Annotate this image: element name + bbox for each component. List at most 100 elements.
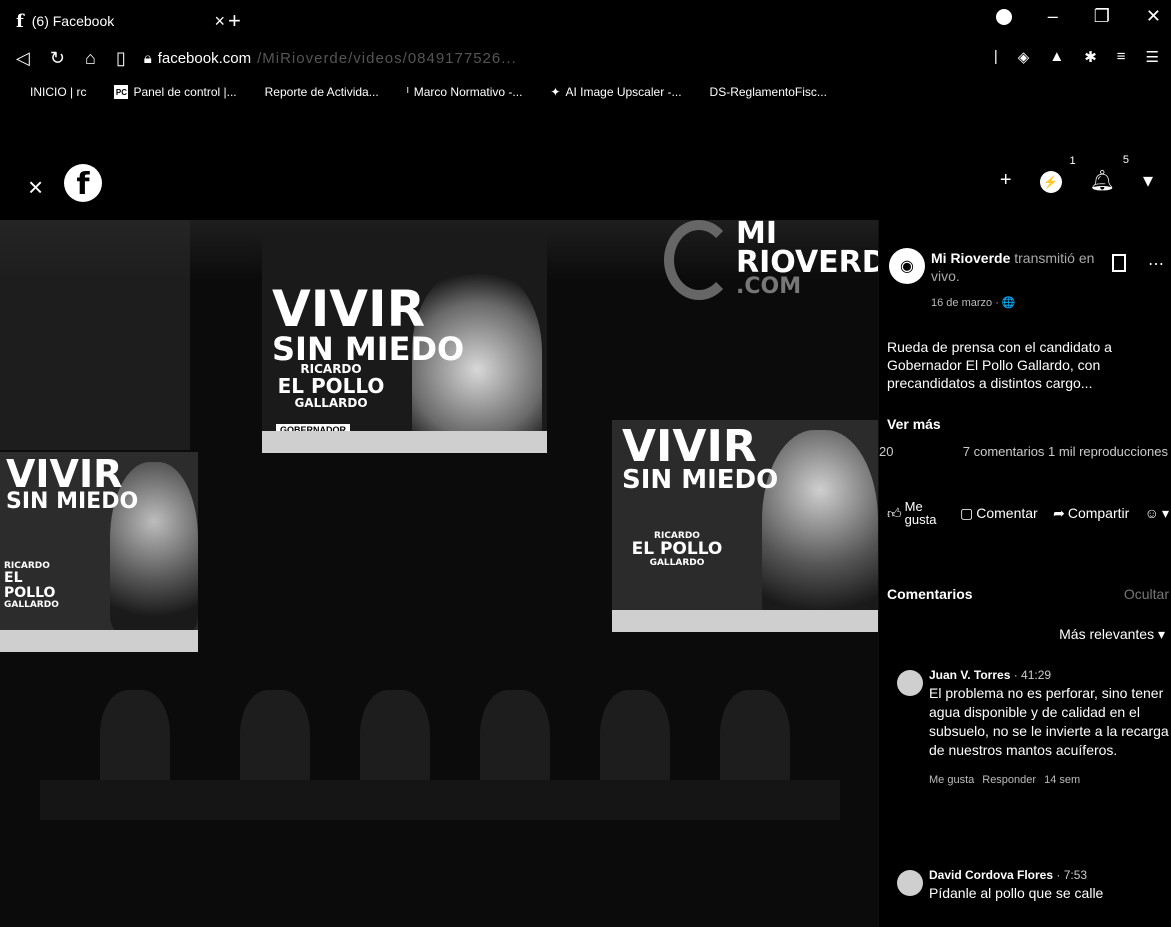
comment-timestamp[interactable]: · 41:29 [1014, 668, 1051, 682]
see-more-link[interactable]: Ver más [887, 416, 941, 432]
banner-slogan: VIVIR SIN MIEDO [6, 455, 138, 513]
name-line-2: EL POLLO [4, 570, 56, 602]
save-icon[interactable] [1112, 254, 1126, 272]
toolbar-icons: | ◈ ▲ ✱ ≡ ☰ [994, 48, 1159, 66]
restore-button[interactable]: ❐ [1094, 6, 1110, 27]
reactions-count[interactable]: 20 [879, 444, 893, 459]
nav-buttons: ◁ ↻ ⌂ ▯ [0, 48, 126, 69]
new-tab-button[interactable]: + [228, 8, 241, 34]
comment-body: Juan V. Torres · 41:29 El problema no es… [929, 668, 1169, 786]
fb-header-actions: + ⚡ 1 🔔︎ 5 ▾ [1000, 154, 1153, 193]
watermark-ring-icon [664, 220, 734, 300]
comment-button[interactable]: ▢ Comentar [960, 506, 1038, 520]
conference-table [40, 780, 840, 820]
commenter-avatar[interactable] [897, 670, 923, 696]
name-line-2: EL POLLO [277, 373, 385, 398]
url-domain: facebook.com [157, 49, 252, 67]
like-button[interactable]: 👍︎ Me gusta [887, 500, 945, 526]
share-button[interactable]: ➦ Compartir [1053, 506, 1129, 520]
close-tab-icon[interactable]: × [214, 11, 225, 32]
banner-slogan: VIVIR SIN MIEDO [622, 425, 779, 495]
commenter-name[interactable]: Juan V. Torres [929, 668, 1010, 682]
campaign-banner-right: VIVIR SIN MIEDO RICARDO EL POLLO GALLARD… [612, 420, 878, 632]
comment-text: Pídanle al pollo que se calle [929, 885, 1104, 901]
name-line-3: GALLARDO [649, 558, 705, 569]
bookmark-icon[interactable]: ▯ [116, 48, 126, 69]
comments-views-count[interactable]: 7 comentarios 1 mil reproducciones [963, 444, 1168, 459]
lock-icon: 🔒︎ [143, 49, 152, 67]
comment-reply-button[interactable]: Responder [982, 774, 1036, 786]
post-author[interactable]: Mi Rioverde [931, 250, 1010, 266]
hide-comments-button[interactable]: Ocultar [1124, 586, 1169, 602]
home-icon[interactable]: ⌂ [85, 48, 96, 69]
sparkle-icon: ✦ [550, 85, 561, 99]
comments-header: Comentarios Ocultar [887, 586, 1169, 602]
slogan-line-2: SIN MIEDO [622, 464, 779, 495]
messenger-button[interactable]: ⚡ 1 [1039, 155, 1076, 193]
video-player[interactable]: MI RIOVERDE .COM VIVIR SIN MIEDO RICARDO… [0, 220, 878, 927]
comments-sort-dropdown[interactable]: Más relevantes ▾ [1059, 626, 1165, 643]
bookmark-item[interactable]: ᴵ Marco Normativo -... [407, 85, 523, 99]
facebook-logo-icon[interactable]: f [64, 164, 102, 202]
bookmark-item[interactable]: ✦ AI Image Upscaler -... [550, 85, 681, 99]
thumbs-up-icon: 👍︎ [887, 505, 902, 521]
shield-icon[interactable]: ◈ [1018, 48, 1030, 66]
room-wall [0, 220, 190, 450]
comment-timestamp[interactable]: · 7:53 [1056, 868, 1087, 882]
menu-icon[interactable]: ☰ [1146, 48, 1159, 66]
back-icon[interactable]: ◁ [16, 48, 30, 69]
banner-strip [262, 431, 547, 453]
comments-title: Comentarios [887, 586, 973, 602]
bookmark-item[interactable]: DS-ReglamentoFisc... [710, 85, 827, 99]
account-menu-icon[interactable]: ▾ [1143, 168, 1153, 193]
profile-icon[interactable] [995, 8, 1012, 25]
comment-like-button[interactable]: Me gusta [929, 774, 974, 786]
notifications-button[interactable]: 🔔︎ 5 [1090, 154, 1129, 193]
close-window-button[interactable]: ✕ [1146, 6, 1161, 27]
mirioverde-watermark: MI RIOVERDE .COM [640, 220, 878, 410]
banner-candidate-name: RICARDO EL POLLO GALLARDO [622, 531, 732, 569]
warning-icon[interactable]: ▲ [1049, 48, 1064, 66]
candidate-portrait [762, 430, 878, 630]
notifications-badge: 5 [1122, 154, 1129, 166]
bookmark-label: INICIO | rc [30, 85, 87, 99]
comment-label: Comentar [976, 505, 1038, 521]
press-conference-people [60, 650, 820, 800]
extensions-icon[interactable]: ✱ [1084, 48, 1097, 66]
comment-header: Juan V. Torres · 41:29 [929, 668, 1169, 682]
post-date[interactable]: 16 de marzo · 🌐 [931, 296, 1016, 309]
name-line-3: GALLARDO [294, 395, 368, 410]
browser-tab[interactable]: f (6) Facebook × [10, 6, 225, 36]
bookmark-item[interactable]: INICIO | rc [30, 85, 86, 99]
commenter-name[interactable]: David Cordova Flores [929, 868, 1053, 882]
campaign-banner-center: VIVIR SIN MIEDO RICARDO EL POLLO GALLARD… [262, 228, 547, 453]
watermark-text: MI RIOVERDE .COM [736, 220, 878, 298]
banner-slogan: VIVIR SIN MIEDO [272, 284, 464, 365]
banner-strip [612, 610, 878, 632]
bookmark-item[interactable]: Reporte de Activida... [265, 85, 379, 99]
url-path: /MiRioverde/videos/0849177526... [257, 49, 517, 67]
banner-candidate-name: RICARDO EL POLLO GALLARDO [4, 561, 74, 610]
banner-candidate-name: RICARDO EL POLLO GALLARDO [276, 363, 386, 409]
reaction-picker-button[interactable]: ☺ ▾ [1145, 506, 1169, 520]
more-options-icon[interactable]: ⋯ [1148, 254, 1164, 274]
url-field[interactable]: 🔒︎ facebook.com /MiRioverde/videos/08491… [144, 50, 517, 67]
comment-bubble-icon: ▢ [960, 505, 974, 521]
comment-body: David Cordova Flores · 7:53 Pídanle al p… [929, 868, 1169, 903]
reload-icon[interactable]: ↻ [50, 48, 65, 69]
minimize-button[interactable]: – [1048, 6, 1058, 27]
close-viewer-icon[interactable]: × [28, 172, 43, 203]
avatar-small-icon: ☺ [1144, 505, 1159, 521]
browser-tab-bar: f (6) Facebook × + – ❐ ✕ [0, 0, 1171, 40]
bookmark-label: Reporte de Activida... [264, 85, 379, 99]
page-avatar[interactable]: ◉ [889, 248, 925, 284]
window-controls: – ❐ ✕ [995, 6, 1161, 27]
messenger-icon: ⚡ [1039, 170, 1062, 193]
bookmark-item[interactable]: PC Panel de control |... [114, 85, 237, 99]
create-plus-icon[interactable]: + [1000, 169, 1012, 192]
reading-list-icon[interactable]: ≡ [1117, 48, 1126, 66]
commenter-avatar[interactable] [897, 870, 923, 896]
separator: | [993, 48, 998, 65]
address-bar-row: ◁ ↻ ⌂ ▯ 🔒︎ facebook.com /MiRioverde/vide… [0, 40, 1171, 76]
post-stats: 20 7 comentarios 1 mil reproducciones [879, 444, 1171, 459]
